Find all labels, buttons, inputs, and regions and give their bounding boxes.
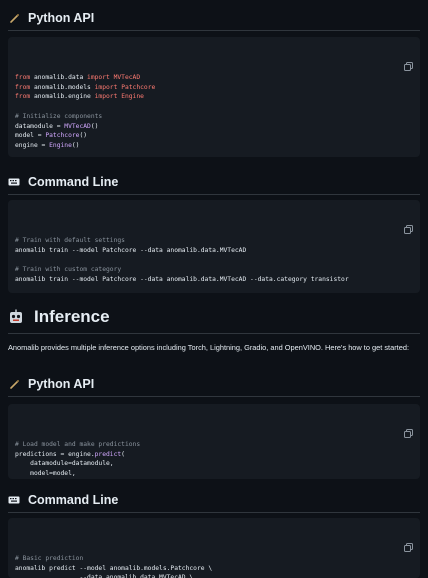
code-line xyxy=(15,255,413,265)
copy-icon[interactable] xyxy=(404,410,413,419)
code-block-python-predict: # Load model and make predictions predict… xyxy=(8,404,420,479)
copy-icon[interactable] xyxy=(404,43,413,52)
code-line: # Train with custom category xyxy=(15,265,413,275)
copy-icon[interactable] xyxy=(404,524,413,533)
code-token: () xyxy=(91,123,99,130)
snake-icon xyxy=(8,12,20,24)
code-line: --data anomalib.data.MVTecAD \ xyxy=(15,573,413,578)
code-token: model = xyxy=(15,132,45,139)
code-token: Engine xyxy=(49,142,72,149)
code-token: # Initialize components xyxy=(15,113,102,120)
code-token: anomalib.models xyxy=(34,84,95,91)
code-token: anomalib.data xyxy=(34,74,87,81)
code-line: from anomalib.engine import Engine xyxy=(15,92,413,102)
code-token: --data anomalib.data.MVTecAD \ xyxy=(15,574,193,578)
code-token: # Load model and make predictions xyxy=(15,441,140,448)
heading-text: Python API xyxy=(28,377,94,391)
heading-python-api-inference: Python API xyxy=(8,377,420,397)
code-token: engine = xyxy=(15,142,49,149)
code-line: from anomalib.models import Patchcore xyxy=(15,83,413,93)
code-token: from xyxy=(15,84,34,91)
code-line: datamodule = MVTecAD() xyxy=(15,122,413,132)
code-token: datamodule=datamodule, xyxy=(15,460,114,467)
heading-text: Command Line xyxy=(28,175,118,189)
heading-text: Inference xyxy=(34,307,110,327)
code-token: anomalib train --model Patchcore --data … xyxy=(15,276,349,283)
code-token: anomalib train --model Patchcore --data … xyxy=(15,247,246,254)
code-line: # Initialize components xyxy=(15,112,413,122)
readme-page: Python API from anomalib.data import MVT… xyxy=(0,0,428,571)
code-line: from anomalib.data import MVTecAD xyxy=(15,73,413,83)
code-line: anomalib predict --model anomalib.models… xyxy=(15,564,413,574)
code-block-cli-train: # Train with default settings anomalib tr… xyxy=(8,200,420,293)
robot-face-icon xyxy=(8,309,24,325)
code-token: datamodule = xyxy=(15,123,64,130)
code-token: predict xyxy=(95,451,122,458)
code-token: from xyxy=(15,74,34,81)
code-line xyxy=(15,285,413,293)
heading-python-api: Python API xyxy=(8,11,420,31)
copy-icon[interactable] xyxy=(404,206,413,215)
heading-inference: Inference xyxy=(8,307,420,334)
code-token: import xyxy=(95,93,122,100)
code-line: anomalib train --model Patchcore --data … xyxy=(15,246,413,256)
code-token: predictions = engine. xyxy=(15,451,95,458)
inference-description: Anomalib provides multiple inference opt… xyxy=(8,342,418,354)
code-token: import xyxy=(95,84,122,91)
code-line: model = Patchcore() xyxy=(15,131,413,141)
code-token: anomalib.engine xyxy=(34,93,95,100)
code-token: () xyxy=(79,132,87,139)
heading-command-line-inference: Command Line xyxy=(8,493,420,513)
code-token: # Basic prediction xyxy=(15,555,83,562)
code-line xyxy=(15,102,413,112)
code-line: engine = Engine() xyxy=(15,141,413,151)
snake-icon xyxy=(8,378,20,390)
code-line: predictions = engine.predict( xyxy=(15,450,413,460)
code-token: # Train with custom category xyxy=(15,266,121,273)
code-block-python-train: from anomalib.data import MVTecADfrom an… xyxy=(8,37,420,157)
code-line: model=model, xyxy=(15,469,413,479)
code-token: Patchcore xyxy=(45,132,79,139)
code-block-cli-predict: # Basic prediction anomalib predict --mod… xyxy=(8,518,420,578)
code-token: MVTecAD xyxy=(114,74,141,81)
code-token: () xyxy=(72,142,80,149)
code-token: # Train with default settings xyxy=(15,237,125,244)
code-line: # Train with default settings xyxy=(15,236,413,246)
code-line xyxy=(15,151,413,157)
code-token: Patchcore xyxy=(121,84,155,91)
code-token: import xyxy=(87,74,114,81)
code-line: datamodule=datamodule, xyxy=(15,459,413,469)
heading-text: Command Line xyxy=(28,493,118,507)
code-token: MVTecAD xyxy=(64,123,91,130)
heading-command-line: Command Line xyxy=(8,175,420,195)
heading-text: Python API xyxy=(28,11,94,25)
code-line: # Load model and make predictions xyxy=(15,440,413,450)
keyboard-icon xyxy=(8,176,20,188)
code-line: anomalib train --model Patchcore --data … xyxy=(15,275,413,285)
code-line: # Basic prediction xyxy=(15,554,413,564)
code-token: Engine xyxy=(121,93,144,100)
code-token: ( xyxy=(121,451,125,458)
code-token: model=model, xyxy=(15,470,76,477)
keyboard-icon xyxy=(8,494,20,506)
code-token: from xyxy=(15,93,34,100)
